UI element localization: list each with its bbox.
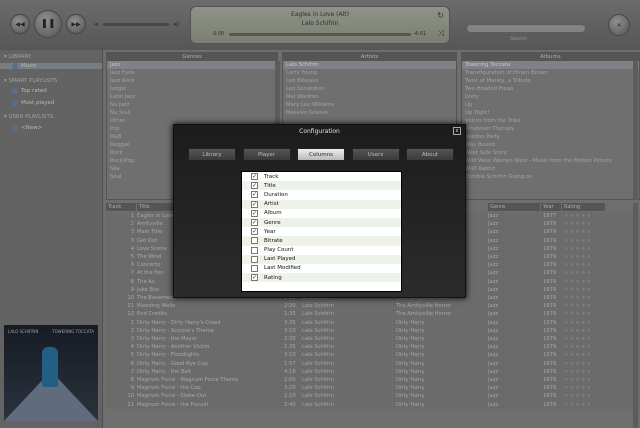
- close-button[interactable]: x: [453, 127, 461, 135]
- column-label: Album: [264, 210, 282, 217]
- tab-player[interactable]: Player: [242, 148, 291, 161]
- column-label: Year: [264, 228, 276, 235]
- dialog-title: Configuration: [299, 128, 340, 135]
- column-option-play-count[interactable]: Play Count: [242, 246, 401, 255]
- column-option-duration[interactable]: ✓ Duration: [242, 190, 401, 199]
- column-checkbox[interactable]: ✓: [251, 191, 258, 199]
- column-option-genre[interactable]: ✓ Genre: [242, 217, 401, 228]
- column-checkbox[interactable]: [251, 255, 258, 263]
- column-label: Last Played: [264, 256, 296, 263]
- column-label: Title: [264, 182, 276, 189]
- column-label: Track: [264, 173, 279, 180]
- configuration-dialog: Configuration x Library Player Columns User…: [173, 124, 466, 298]
- column-option-last-played[interactable]: Last Played: [242, 254, 401, 264]
- column-option-track[interactable]: ✓ Track: [242, 172, 401, 181]
- column-label: Artist: [264, 201, 279, 208]
- column-option-bitrate[interactable]: Bitrate: [242, 236, 401, 246]
- column-label: Duration: [264, 191, 288, 198]
- column-checkbox[interactable]: ✓: [251, 228, 258, 236]
- column-option-album[interactable]: ✓ Album: [242, 209, 401, 218]
- columns-list: ✓ Track ✓ Title ✓ Duration ✓ Artist ✓ Album ✓ Genre…: [241, 171, 402, 292]
- tab-about[interactable]: About: [406, 148, 454, 161]
- column-checkbox[interactable]: ✓: [251, 209, 258, 217]
- column-checkbox[interactable]: [251, 264, 258, 272]
- column-checkbox[interactable]: ✓: [251, 274, 258, 282]
- column-label: Bitrate: [264, 237, 283, 244]
- column-checkbox[interactable]: [251, 246, 258, 254]
- column-label: Last Modified: [264, 265, 301, 272]
- column-checkbox[interactable]: [251, 237, 258, 245]
- column-option-last-modified[interactable]: Last Modified: [242, 264, 401, 273]
- column-option-artist[interactable]: ✓ Artist: [242, 199, 401, 209]
- column-label: Genre: [264, 219, 281, 226]
- column-option-title[interactable]: ✓ Title: [242, 181, 401, 191]
- column-label: Play Count: [264, 247, 294, 254]
- column-checkbox[interactable]: ✓: [251, 200, 258, 208]
- tab-library[interactable]: Library: [188, 148, 236, 161]
- tab-users[interactable]: Users: [351, 148, 400, 161]
- close-icon: x: [455, 128, 459, 134]
- column-label: Rating: [264, 274, 282, 281]
- column-checkbox[interactable]: ✓: [251, 182, 258, 190]
- column-option-year[interactable]: ✓ Year: [242, 227, 401, 236]
- column-checkbox[interactable]: ✓: [251, 173, 258, 181]
- column-option-rating[interactable]: ✓ Rating: [242, 273, 401, 283]
- column-checkbox[interactable]: ✓: [251, 219, 258, 227]
- tab-columns[interactable]: Columns: [297, 148, 345, 161]
